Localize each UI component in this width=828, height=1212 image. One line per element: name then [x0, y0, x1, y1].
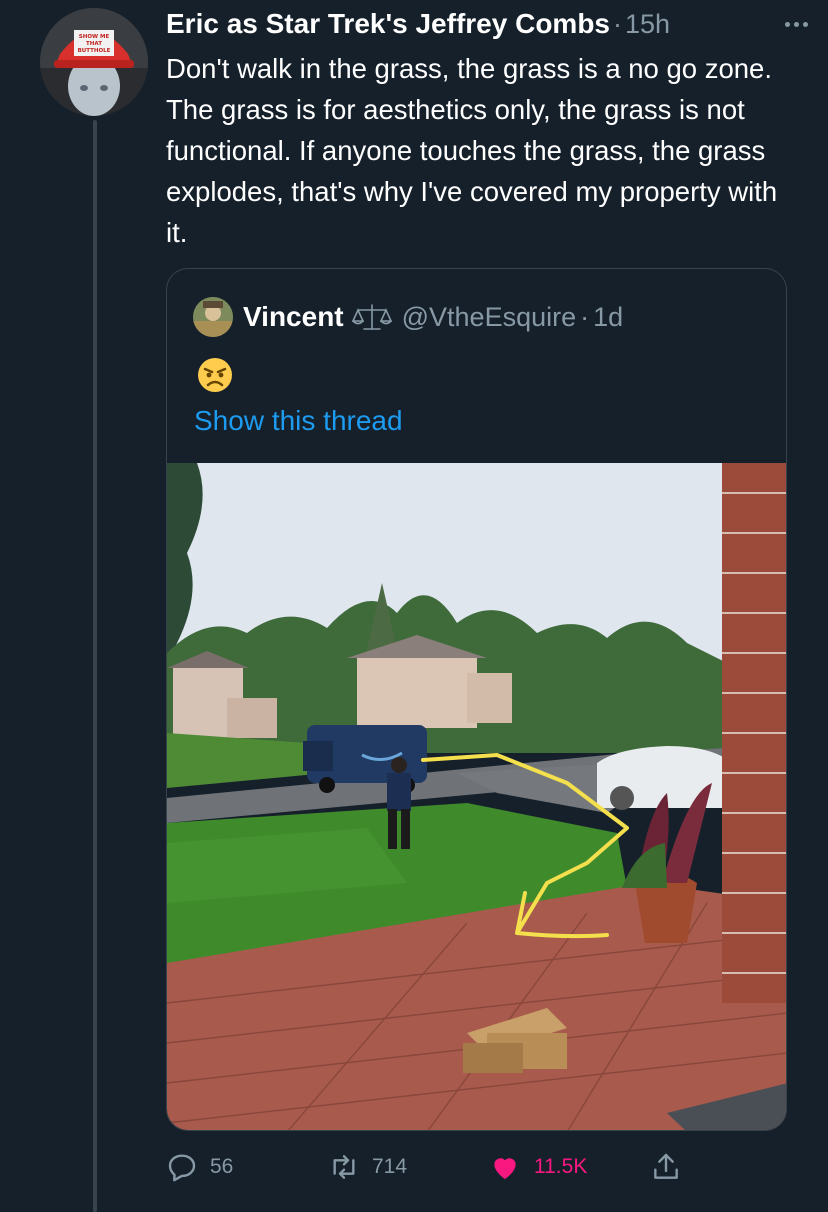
quoted-handle[interactable]: @VtheEsquire: [402, 302, 577, 333]
avatar-image: SHOW ME THAT BUTTHOLE: [40, 8, 148, 116]
author-display-name[interactable]: Eric as Star Trek's Jeffrey Combs: [166, 8, 610, 40]
like-button[interactable]: 11.5K: [488, 1146, 587, 1188]
share-icon: [654, 1153, 678, 1179]
quoted-author-avatar[interactable]: [193, 297, 233, 337]
reply-button[interactable]: 56: [166, 1146, 233, 1188]
tweet-action-bar: 56 714 11.5K: [166, 1146, 726, 1188]
more-dot: [784, 21, 790, 27]
tweet-header: Eric as Star Trek's Jeffrey Combs · 15h: [166, 4, 818, 44]
quoted-separator: ·: [580, 301, 590, 332]
retweet-button[interactable]: 714: [328, 1146, 407, 1188]
quoted-avatar-image: [193, 297, 233, 337]
more-dot: [802, 21, 808, 27]
quoted-tweet[interactable]: Vincent @VtheEsquire · 1d Show this thre…: [166, 268, 787, 1131]
scales-of-justice-icon: [351, 304, 392, 330]
hat-text-line-3: BUTTHOLE: [78, 48, 111, 54]
quoted-timestamp[interactable]: 1d: [593, 302, 623, 333]
reply-icon: [168, 1154, 196, 1182]
quoted-tweet-header: Vincent @VtheEsquire · 1d: [193, 295, 623, 339]
author-avatar[interactable]: SHOW ME THAT BUTTHOLE: [40, 8, 148, 116]
tweet-timestamp[interactable]: 15h: [625, 9, 670, 40]
angry-face-emoji-icon: [198, 358, 232, 392]
share-button[interactable]: [650, 1146, 682, 1188]
retweet-count: 714: [372, 1155, 408, 1178]
thread-connector-line: [93, 120, 97, 1212]
hat-text-line-1: SHOW ME: [79, 34, 110, 40]
quoted-display-name[interactable]: Vincent: [243, 301, 344, 333]
more-dot: [793, 21, 799, 27]
retweet-icon: [333, 1155, 355, 1179]
like-count: 11.5K: [534, 1155, 588, 1178]
quoted-tweet-photo[interactable]: [167, 463, 787, 1131]
tweet-text: Don't walk in the grass, the grass is a …: [166, 53, 778, 248]
show-thread-link[interactable]: Show this thread: [194, 405, 403, 437]
header-separator: ·: [613, 8, 622, 39]
reply-count: 56: [210, 1155, 234, 1178]
more-options-icon[interactable]: [774, 10, 818, 38]
hat-text-line-2: THAT: [86, 41, 102, 47]
heart-icon: [494, 1158, 516, 1179]
